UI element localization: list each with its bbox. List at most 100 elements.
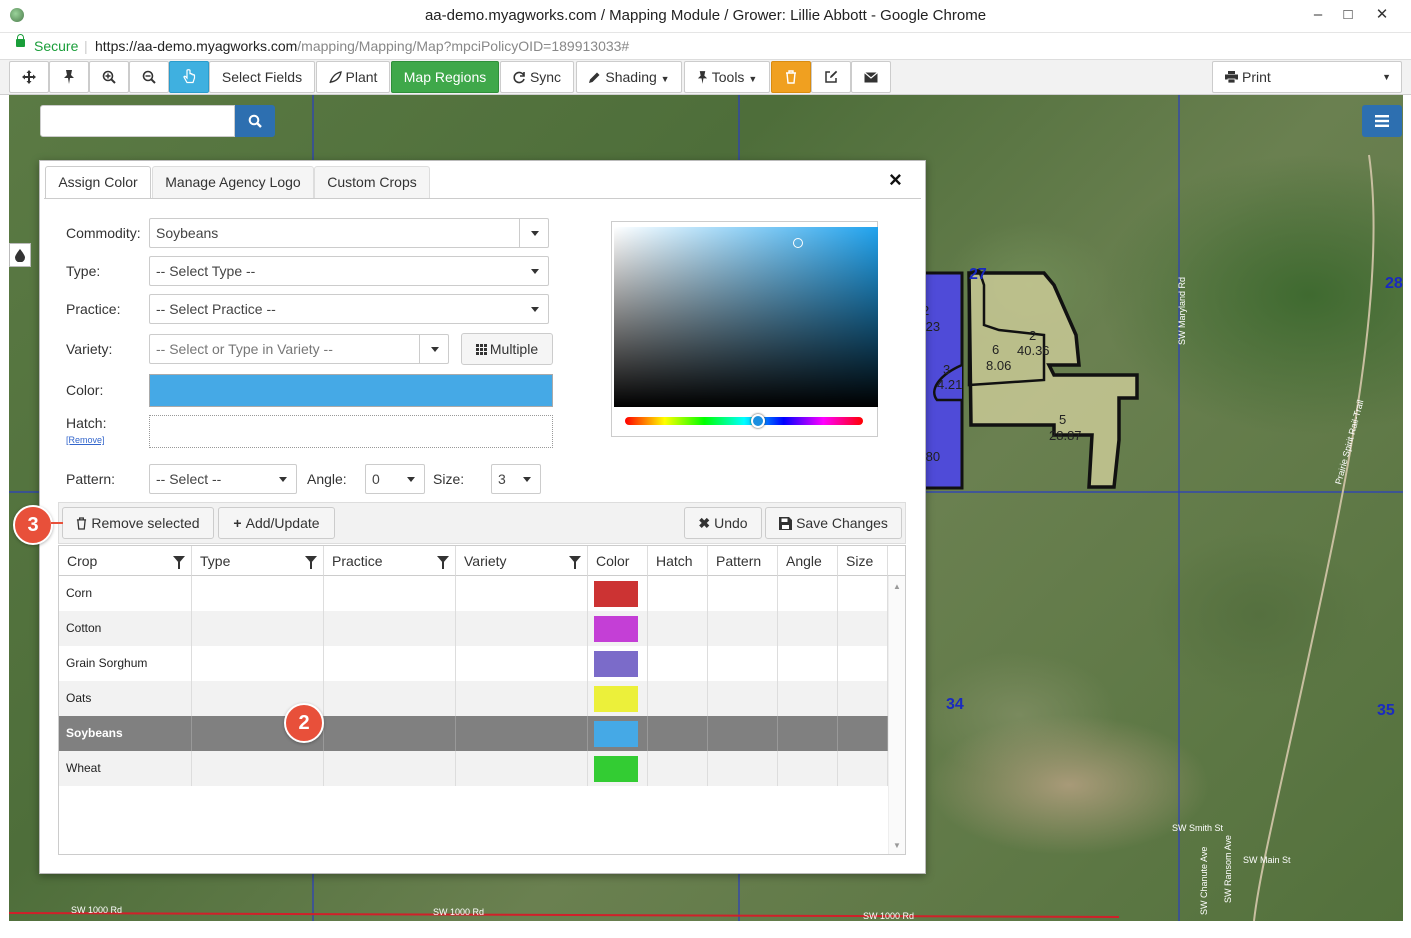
column-header-pattern[interactable]: Pattern: [708, 546, 778, 576]
table-row[interactable]: Corn: [59, 576, 888, 611]
grid-cell: [456, 716, 588, 751]
zoom-out-button[interactable]: [129, 61, 169, 93]
window-title: aa-demo.myagworks.com / Mapping Module /…: [424, 7, 987, 24]
grid-cell: [456, 611, 588, 646]
column-header-label: Crop: [67, 553, 98, 569]
undo-button[interactable]: ✖ Undo: [684, 507, 762, 539]
table-row[interactable]: Cotton: [59, 611, 888, 646]
callout-badge: 2: [284, 703, 324, 743]
email-button[interactable]: [851, 61, 891, 93]
grid-cell: [324, 611, 456, 646]
color-picker-cursor[interactable]: [793, 238, 803, 248]
commodity-select[interactable]: Soybeans: [149, 218, 549, 248]
scroll-up-icon[interactable]: ▲: [893, 582, 901, 591]
column-header-practice[interactable]: Practice: [324, 546, 456, 576]
pan-button[interactable]: [9, 61, 49, 93]
type-value: -- Select Type --: [156, 263, 256, 279]
table-row[interactable]: Wheat: [59, 751, 888, 786]
sync-button[interactable]: Sync: [500, 61, 574, 93]
column-header-angle[interactable]: Angle: [778, 546, 838, 576]
filter-icon[interactable]: [569, 556, 581, 569]
select-fields-button[interactable]: Select Fields: [209, 61, 315, 93]
type-select[interactable]: -- Select Type --: [149, 256, 549, 286]
color-cell: [588, 751, 648, 786]
grid-scrollbar[interactable]: ▲ ▼: [888, 576, 905, 854]
column-header-type[interactable]: Type: [192, 546, 324, 576]
grid-cell: [838, 681, 888, 716]
filter-icon[interactable]: [305, 556, 317, 569]
section-label: 28: [1385, 275, 1403, 292]
multiple-button[interactable]: Multiple: [461, 333, 553, 365]
tab-assign-color[interactable]: Assign Color: [45, 166, 151, 199]
save-changes-button[interactable]: Save Changes: [765, 507, 902, 539]
tab-custom-crops[interactable]: Custom Crops: [314, 166, 430, 198]
color-swatch: [594, 581, 638, 607]
printer-icon: [1225, 71, 1238, 84]
delete-button[interactable]: [771, 61, 811, 93]
callout-leader-line: [51, 522, 63, 524]
map-side-tool[interactable]: [9, 243, 31, 267]
type-label: Type:: [66, 263, 101, 279]
close-window-button[interactable]: ✕: [1368, 4, 1396, 26]
zoom-in-button[interactable]: [89, 61, 129, 93]
filter-icon[interactable]: [437, 556, 449, 569]
hue-slider-handle[interactable]: [751, 414, 765, 428]
grid-cell: [708, 646, 778, 681]
shading-label: Shading: [605, 69, 657, 85]
map-menu-button[interactable]: [1362, 105, 1402, 137]
chevron-down-icon: [279, 477, 287, 482]
saturation-value-area[interactable]: [614, 227, 878, 407]
column-header-color[interactable]: Color: [588, 546, 648, 576]
shading-dropdown[interactable]: Shading ▼: [576, 61, 682, 93]
hue-slider[interactable]: [625, 417, 863, 425]
close-dialog-button[interactable]: ×: [889, 167, 902, 193]
plant-marker-button[interactable]: [49, 61, 89, 93]
add-update-button[interactable]: + Add/Update: [218, 507, 335, 539]
tab-manage-agency-logo[interactable]: Manage Agency Logo: [152, 166, 314, 198]
grid-cell: [192, 751, 324, 786]
column-header-hatch[interactable]: Hatch: [648, 546, 708, 576]
hatch-remove-link[interactable]: [Remove]: [66, 435, 105, 445]
map-search-button[interactable]: [235, 105, 275, 137]
remove-selected-button[interactable]: Remove selected: [62, 507, 214, 539]
table-row[interactable]: Oats: [59, 681, 888, 716]
plant-button[interactable]: Plant: [316, 61, 390, 93]
map-search-input[interactable]: [40, 105, 235, 137]
grid-cell: [648, 576, 708, 611]
envelope-icon: [864, 72, 878, 83]
hatch-input[interactable]: [149, 415, 553, 448]
column-header-size[interactable]: Size: [838, 546, 888, 576]
select-pointer-button[interactable]: [169, 61, 209, 93]
crop-color-grid: Crop Type Practice Variety Color Hatch P…: [58, 545, 906, 855]
field-acres-label: 4.21: [937, 377, 962, 392]
zoom-out-icon: [142, 70, 156, 84]
plant-label: Plant: [345, 69, 378, 85]
scroll-down-icon[interactable]: ▼: [893, 841, 901, 850]
pushpin-icon: [697, 71, 707, 84]
commodity-value: Soybeans: [156, 225, 219, 241]
column-header-crop[interactable]: Crop: [59, 546, 192, 576]
grid-cell: [324, 576, 456, 611]
edit-button[interactable]: [811, 61, 851, 93]
color-input[interactable]: [149, 374, 553, 407]
url-text[interactable]: https://aa-demo.myagworks.com/mapping/Ma…: [95, 38, 629, 54]
table-row[interactable]: Soybeans: [59, 716, 888, 751]
practice-select[interactable]: -- Select Practice --: [149, 294, 549, 324]
filter-icon[interactable]: [173, 556, 185, 569]
maximize-button[interactable]: □: [1334, 4, 1362, 26]
address-bar[interactable]: Secure | https://aa-demo.myagworks.com/m…: [0, 33, 1411, 60]
pattern-select[interactable]: -- Select --: [149, 464, 297, 494]
print-dropdown[interactable]: Print ▼: [1212, 61, 1402, 93]
angle-select[interactable]: 0: [365, 464, 425, 494]
road-label: SW Maryland Rd: [1177, 277, 1187, 345]
table-row[interactable]: Grain Sorghum: [59, 646, 888, 681]
column-header-variety[interactable]: Variety: [456, 546, 588, 576]
color-picker[interactable]: [611, 221, 878, 437]
crop-cell: Soybeans: [59, 716, 192, 751]
grid-cell: [324, 646, 456, 681]
variety-combobox[interactable]: -- Select or Type in Variety --: [149, 334, 449, 364]
size-select[interactable]: 3: [491, 464, 541, 494]
tools-dropdown[interactable]: Tools ▼: [684, 61, 770, 93]
map-regions-button[interactable]: Map Regions: [391, 61, 499, 93]
minimize-button[interactable]: –: [1304, 4, 1332, 26]
